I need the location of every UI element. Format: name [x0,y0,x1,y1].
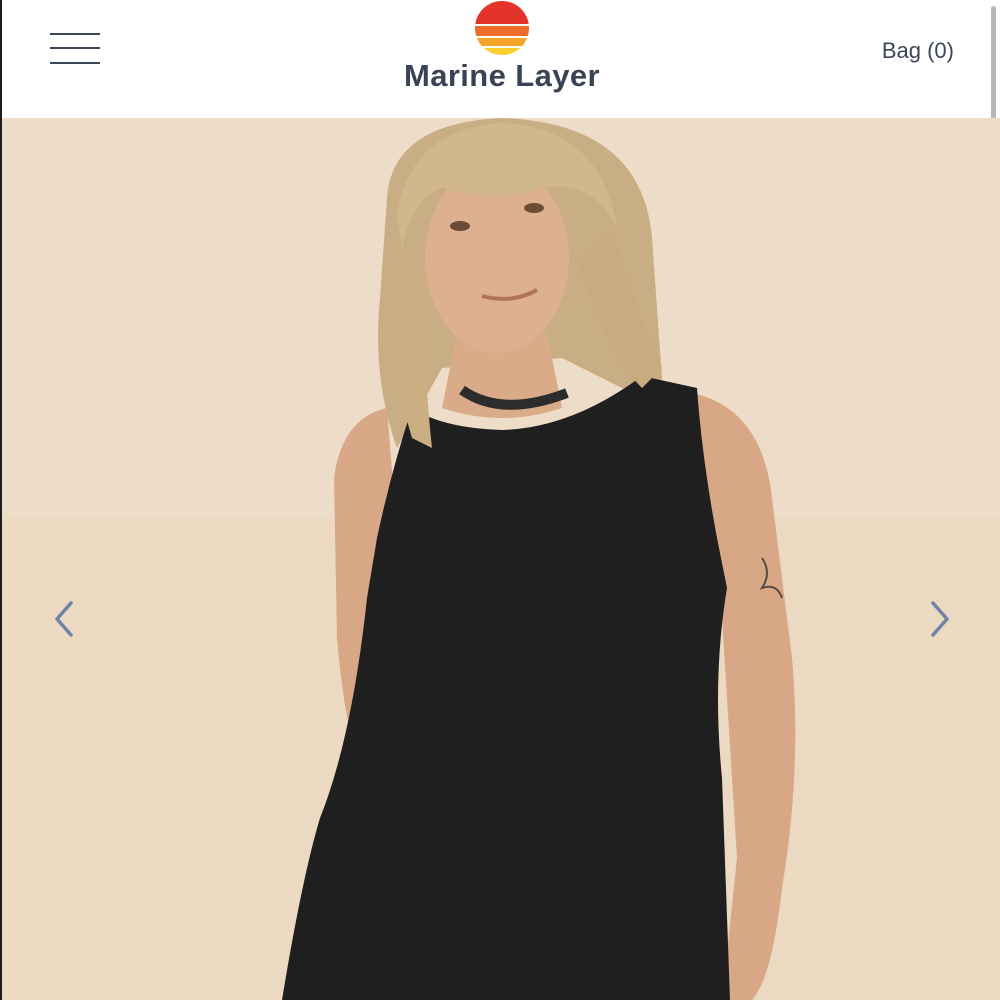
brand-name: Marine Layer [403,58,601,93]
sunset-logo-icon [475,1,529,55]
bag-link[interactable]: Bag (0) [882,38,954,64]
product-image-carousel[interactable] [0,118,1000,1000]
hamburger-menu-icon[interactable] [50,31,102,69]
chevron-right-icon[interactable] [920,596,960,642]
chevron-left-icon[interactable] [44,596,84,642]
site-header: Marine Layer Bag (0) [0,0,1000,118]
brand-logo[interactable]: Marine Layer [382,0,622,110]
product-photo [2,118,1000,1000]
